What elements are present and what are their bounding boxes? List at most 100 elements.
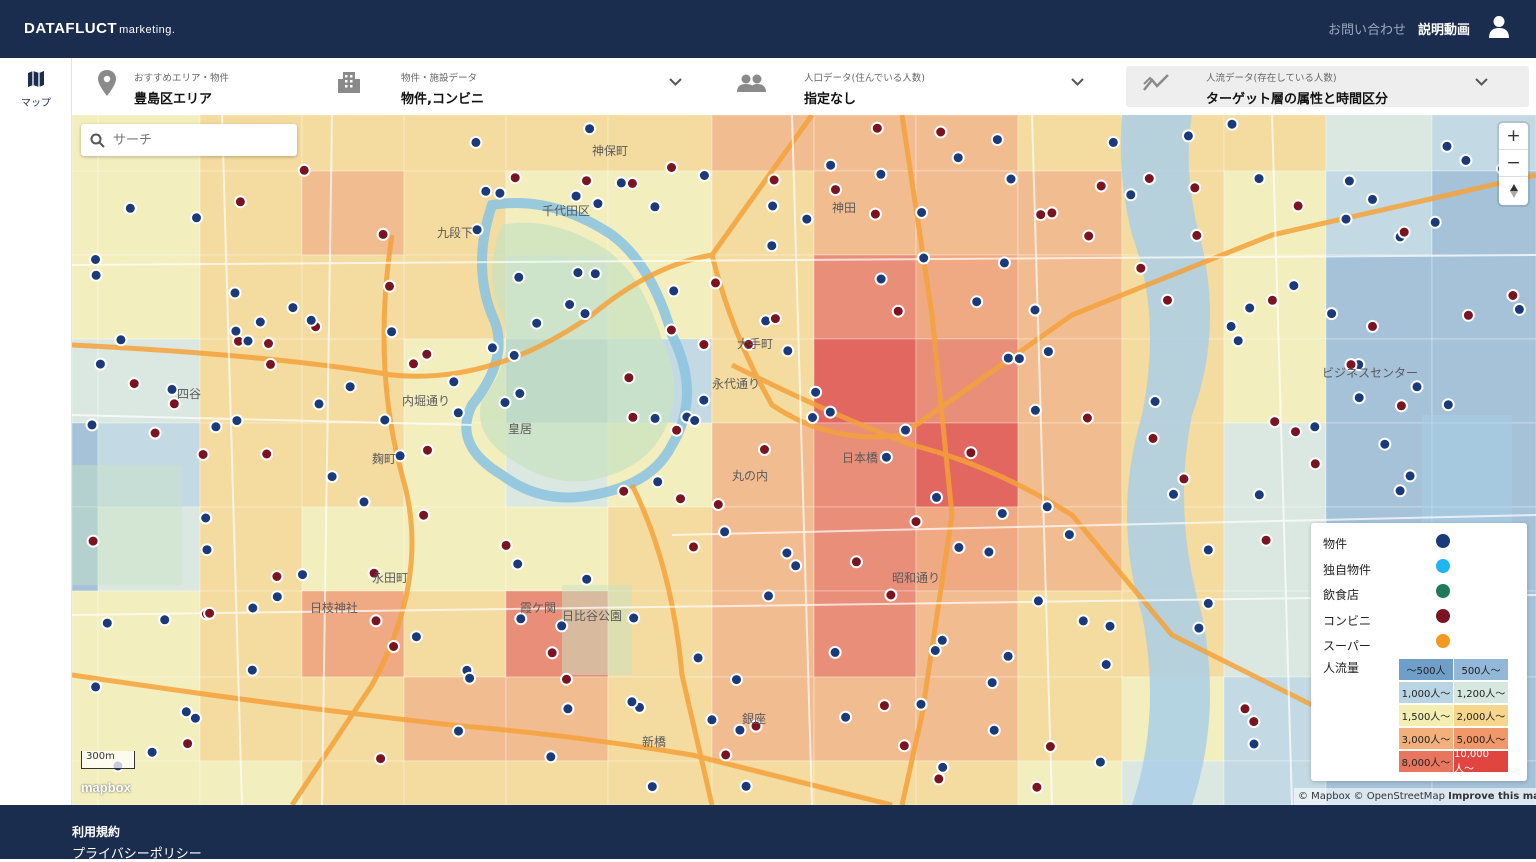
property-marker [1148, 395, 1162, 408]
property-marker [343, 380, 357, 394]
map-attribution: © Mapbox © OpenStreetMap Improve this ma… [1294, 788, 1536, 805]
property-marker [493, 186, 507, 200]
convenience-store-marker [670, 423, 684, 437]
convenience-store-marker [383, 279, 396, 293]
convenience-store-marker [909, 515, 923, 529]
convenience-store-marker [870, 121, 884, 135]
property-marker [530, 316, 544, 330]
convenience-store-marker [617, 484, 631, 498]
map-place-label: 新橋 [642, 734, 666, 749]
map-icon [28, 71, 44, 87]
filter-recommended-area[interactable]: おすすめエリア・物件 豊島区エリア [72, 58, 322, 115]
convenience-store-marker [829, 183, 842, 197]
convenience-store-marker [877, 699, 891, 713]
map-place-label: 日本橋 [842, 451, 878, 465]
property-marker [1124, 188, 1138, 202]
flow-level-cell: 3,000人〜 [1399, 728, 1453, 749]
heatmap-cell [403, 115, 507, 172]
contact-link[interactable]: お問い合わせ [1328, 19, 1406, 38]
property-marker [447, 375, 461, 389]
property-marker [648, 411, 662, 425]
property-marker [470, 223, 484, 237]
property-marker [1225, 117, 1239, 131]
filter-people-flow-data[interactable]: 人流データ(存在している人数) ターゲット層の属性と時間区分 [1126, 66, 1529, 107]
property-marker [511, 557, 525, 571]
map-place-label: 永田町 [372, 571, 408, 585]
convenience-store-marker [758, 443, 771, 456]
property-marker [409, 630, 423, 644]
convenience-store-marker [625, 176, 639, 190]
property-marker [246, 601, 260, 615]
flow-level-cell: 1,500人〜 [1399, 705, 1453, 726]
property-marker [1201, 596, 1215, 610]
property-marker [824, 158, 838, 172]
heatmap-cell [1431, 254, 1536, 340]
property-marker [1099, 658, 1113, 671]
map-search-box [81, 124, 297, 156]
mapbox-logo[interactable]: mapbox [81, 780, 131, 795]
property-marker [1440, 139, 1454, 153]
property-marker [951, 151, 965, 165]
property-marker [89, 268, 103, 282]
map-place-label: 霞ケ関 [520, 601, 556, 615]
heatmap-cell [1017, 506, 1123, 592]
property-marker [1004, 172, 1018, 186]
map-canvas[interactable]: 千代田区 皇居 丸の内 大手町 日本橋 神田 永田町 日枝神社 霞ケ関 日比谷公園 銀座 新橋 ビジネス… [72, 115, 1536, 805]
convenience-store-marker [674, 492, 687, 506]
property-marker [1192, 621, 1206, 635]
property-marker [1393, 484, 1407, 498]
convenience-store-marker [127, 377, 141, 391]
map-place-label: 永代通り [712, 377, 760, 391]
privacy-policy-link[interactable]: プライバシーポリシー [72, 843, 202, 862]
property-marker [245, 663, 259, 677]
convenience-store-marker [884, 588, 898, 602]
convenience-store-marker [1142, 172, 1156, 185]
filter-population-data[interactable]: 人口データ(住んでいる人数) 指定なし [722, 58, 1097, 115]
convenience-store-marker [768, 312, 782, 326]
filter-value: 豊島区エリア [134, 92, 213, 107]
convenience-store-marker [297, 163, 311, 177]
property-marker [230, 414, 244, 428]
filter-label: 人流データ(存在している人数) [1206, 73, 1337, 84]
property-marker [705, 713, 719, 727]
legend-dot-restaurant [1436, 584, 1450, 598]
sidebar-item-map[interactable]: マップ [0, 70, 72, 109]
property-marker [697, 169, 711, 182]
zoom-in-button[interactable]: + [1499, 123, 1528, 150]
compass-icon [1509, 183, 1518, 198]
convenience-store-marker [545, 646, 559, 660]
convenience-store-marker [260, 447, 274, 461]
brand-logo[interactable]: DATAFLUCT marketing. [24, 20, 175, 37]
search-input[interactable] [111, 130, 291, 150]
property-marker [935, 633, 949, 647]
zoom-out-button[interactable]: − [1499, 150, 1528, 177]
property-marker [928, 644, 942, 657]
flow-level-cell: 500人〜 [1454, 659, 1508, 680]
heatmap-cell [1325, 422, 1433, 508]
property-marker [730, 673, 743, 687]
improve-map-link[interactable]: Improve this map [1448, 791, 1536, 802]
property-marker [1342, 174, 1356, 188]
reset-north-button[interactable] [1499, 177, 1528, 204]
property-marker [85, 418, 99, 432]
flow-icon [1143, 74, 1169, 91]
property-marker [987, 723, 1001, 737]
property-marker [1031, 594, 1045, 608]
convenience-store-marker [196, 448, 210, 461]
property-marker [1459, 153, 1473, 167]
terms-link[interactable]: 利用規約 [72, 823, 120, 840]
attribution-text[interactable]: © Mapbox © OpenStreetMap [1298, 791, 1445, 802]
user-account-icon[interactable] [1488, 15, 1510, 39]
tutorial-video-link[interactable]: 説明動画 [1418, 19, 1470, 38]
property-marker [915, 206, 929, 219]
map-place-label: 内堀通り [402, 393, 450, 408]
property-marker [1040, 500, 1054, 514]
property-marker [800, 212, 814, 226]
property-marker [809, 385, 823, 399]
property-marker [823, 405, 837, 419]
convenience-store-marker [1034, 208, 1048, 222]
convenience-store-marker [417, 508, 431, 522]
property-marker [228, 286, 242, 300]
filter-facility-data[interactable]: 物件・施設データ 物件,コンビニ [324, 58, 694, 115]
property-marker [1325, 307, 1339, 321]
